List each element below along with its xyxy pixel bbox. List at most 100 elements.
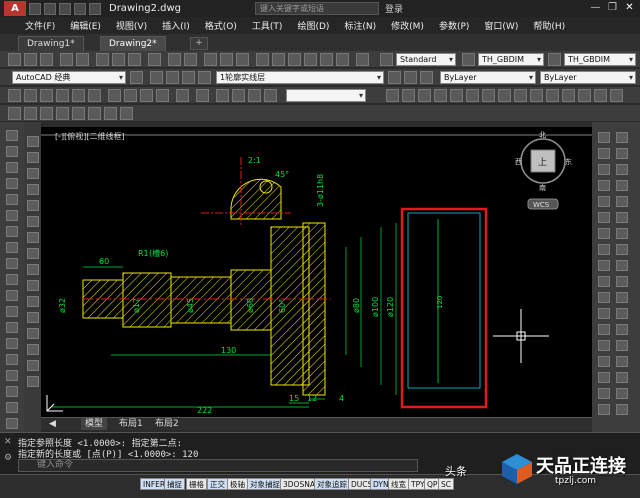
- viewcube[interactable]: 上 北 南 西 东 WCS: [515, 131, 572, 210]
- iso-ne-icon[interactable]: [140, 89, 153, 102]
- dim-break-icon[interactable]: [616, 324, 628, 335]
- command-settings-icon[interactable]: ⚙: [4, 453, 12, 463]
- snap-mid2-icon[interactable]: [598, 404, 610, 415]
- stretch-icon[interactable]: [27, 264, 39, 275]
- dim-linear2-icon[interactable]: [616, 132, 628, 143]
- snap-nearest-icon[interactable]: [598, 324, 610, 335]
- dim-radius-icon[interactable]: [450, 89, 463, 102]
- break-icon[interactable]: [27, 312, 39, 323]
- fillet-icon[interactable]: [27, 360, 39, 371]
- ellipse-icon[interactable]: [6, 274, 18, 285]
- undo-icon[interactable]: [168, 53, 181, 66]
- ellipse-arc-icon[interactable]: [6, 290, 18, 301]
- new-file-icon[interactable]: [29, 2, 41, 15]
- snap-tangent-icon[interactable]: [598, 244, 610, 255]
- dim-continue-icon[interactable]: [546, 89, 559, 102]
- preview-icon[interactable]: [76, 53, 89, 66]
- array-icon[interactable]: [27, 200, 39, 211]
- inspect-icon[interactable]: [616, 372, 628, 383]
- color-select[interactable]: ByLayer ▾: [440, 71, 536, 84]
- insert-block-icon[interactable]: [6, 306, 18, 317]
- open-file-icon[interactable]: [44, 2, 56, 15]
- menu-format[interactable]: 格式(O): [205, 19, 237, 32]
- snap-parallel-icon[interactable]: [598, 276, 610, 287]
- dim-style-select[interactable]: TH_GBDIM ▾: [478, 53, 544, 66]
- qdim-icon[interactable]: [616, 260, 628, 271]
- snap-midpoint-icon[interactable]: [598, 148, 610, 159]
- line-icon[interactable]: [6, 130, 18, 141]
- snap-extension-icon[interactable]: [598, 196, 610, 207]
- snap-settings-icon[interactable]: [598, 356, 610, 367]
- sun-icon[interactable]: [182, 71, 195, 84]
- text-style-select[interactable]: Standard ▾: [396, 53, 456, 66]
- redo-icon[interactable]: [184, 53, 197, 66]
- construction-line-icon[interactable]: [40, 107, 53, 120]
- xline-icon[interactable]: [6, 146, 18, 157]
- menu-draw[interactable]: 绘图(D): [297, 19, 329, 32]
- ucs-icon[interactable]: [176, 89, 189, 102]
- arc-icon[interactable]: [6, 210, 18, 221]
- drawing-canvas[interactable]: [-][俯视][二维线框] 上 北 南 西 东 WCS 120 2:1 45° …: [41, 127, 592, 417]
- viewcube-north[interactable]: 北: [539, 131, 546, 139]
- table-icon[interactable]: [6, 402, 18, 413]
- arc-icon[interactable]: [104, 107, 117, 120]
- zoom-window-icon[interactable]: [236, 53, 249, 66]
- text-style-icon[interactable]: [380, 53, 393, 66]
- erase-icon[interactable]: [27, 136, 39, 147]
- snap-center-icon[interactable]: [598, 212, 610, 223]
- dim-angular2-icon[interactable]: [616, 244, 628, 255]
- snap-endpoint-icon[interactable]: [598, 132, 610, 143]
- camera-icon[interactable]: [196, 89, 209, 102]
- menu-view[interactable]: 视图(V): [116, 19, 147, 32]
- spline-icon[interactable]: [6, 258, 18, 269]
- copy-object-icon[interactable]: [27, 152, 39, 163]
- table-style-icon[interactable]: [548, 53, 561, 66]
- snap-intersection-icon[interactable]: [598, 164, 610, 175]
- offset-icon[interactable]: [27, 184, 39, 195]
- zoom-icon[interactable]: [220, 53, 233, 66]
- login-link[interactable]: 登录: [385, 2, 403, 15]
- iso-nw-icon[interactable]: [156, 89, 169, 102]
- toggle-ortho[interactable]: 正交: [207, 478, 228, 490]
- tolerance2-icon[interactable]: [616, 340, 628, 351]
- move-icon[interactable]: [27, 216, 39, 227]
- workspace-select[interactable]: AutoCAD 经典 ▾: [12, 71, 126, 84]
- layer-select[interactable]: 1轮廓实线层 ▾: [216, 71, 384, 84]
- menu-tools[interactable]: 工具(T): [252, 19, 283, 32]
- minimize-button[interactable]: —: [588, 1, 603, 15]
- view-left-icon[interactable]: [40, 89, 53, 102]
- menu-dimension[interactable]: 标注(N): [344, 19, 376, 32]
- palette-icon[interactable]: [288, 53, 301, 66]
- viewcube-east[interactable]: 东: [565, 157, 572, 166]
- cut-icon[interactable]: [96, 53, 109, 66]
- tab-layout2[interactable]: 布局2: [151, 418, 183, 430]
- snap-insert-icon[interactable]: [598, 292, 610, 303]
- mirror-icon[interactable]: [27, 168, 39, 179]
- command-input[interactable]: 键入命令: [18, 459, 418, 472]
- visual-style-icon[interactable]: [216, 89, 229, 102]
- menu-insert[interactable]: 插入(I): [162, 19, 190, 32]
- wcs-menu[interactable]: WCS: [533, 201, 550, 209]
- dim-style-icon[interactable]: [462, 53, 475, 66]
- snap-perpendicular-icon[interactable]: [598, 260, 610, 271]
- close-button[interactable]: ✕: [622, 1, 637, 15]
- conceptual-icon[interactable]: [264, 89, 277, 102]
- snap-node-icon[interactable]: [598, 308, 610, 319]
- iso-sw-icon[interactable]: [108, 89, 121, 102]
- menu-help[interactable]: 帮助(H): [533, 19, 565, 32]
- menu-modify[interactable]: 修改(M): [391, 19, 424, 32]
- toggle-sc[interactable]: SC: [438, 478, 454, 490]
- view-right-icon[interactable]: [56, 89, 69, 102]
- dim-baseline-icon[interactable]: [530, 89, 543, 102]
- toggle-osnap[interactable]: 对象捕捉: [247, 478, 283, 490]
- dim-diameter2-icon[interactable]: [616, 228, 628, 239]
- polyline-icon[interactable]: [56, 107, 69, 120]
- new-tab-button[interactable]: +: [190, 37, 208, 50]
- new-icon[interactable]: [8, 53, 21, 66]
- undo-icon[interactable]: [74, 2, 86, 15]
- close-command-icon[interactable]: ✕: [4, 437, 12, 447]
- dim-arc-icon[interactable]: [418, 89, 431, 102]
- app-menu-button[interactable]: A: [4, 1, 26, 16]
- toggle-polar[interactable]: 极轴: [227, 478, 248, 490]
- tab-drawing2[interactable]: Drawing2*: [100, 36, 166, 51]
